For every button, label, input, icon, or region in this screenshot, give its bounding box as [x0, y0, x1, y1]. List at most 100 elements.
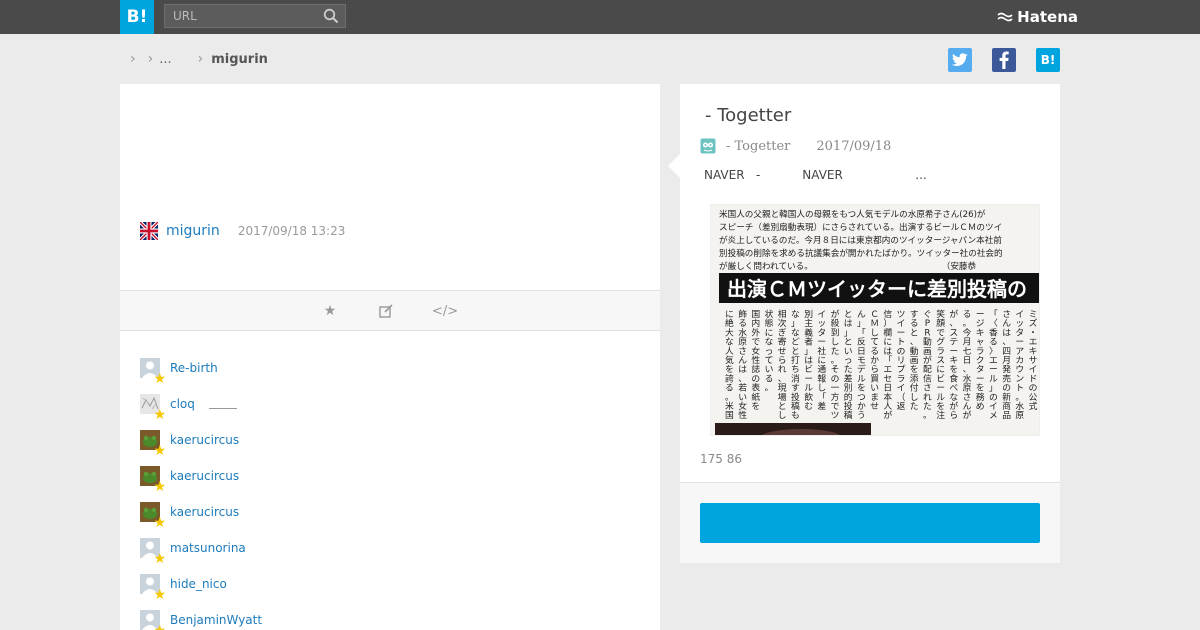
- avatar[interactable]: ★: [140, 430, 166, 458]
- column-char: 投: [791, 391, 800, 403]
- column-char: ズ: [1029, 317, 1038, 329]
- column-char: 性: [738, 409, 747, 421]
- column-char: ツ: [831, 411, 840, 421]
- comment-user-link[interactable]: migurin: [166, 223, 220, 239]
- share-twitter-button[interactable]: [948, 48, 972, 72]
- column-char: 打: [791, 354, 800, 366]
- add-star-icon[interactable]: ★: [320, 302, 340, 320]
- column-char: し: [778, 410, 787, 421]
- yellow-star-icon: ★: [153, 587, 166, 603]
- column-char: 食: [949, 372, 958, 384]
- star-user-item: ★ BenjaminWyatt: [140, 602, 262, 630]
- column-char: 飾: [738, 308, 747, 320]
- entry-thumbnail[interactable]: 米国人の父親と韓国人の母親をもつ人気モデルの水原希子さん(26)が スピーチ（差…: [710, 204, 1040, 436]
- column-char: 務: [976, 391, 985, 403]
- column-char: 義: [804, 326, 813, 338]
- column-char: 米: [725, 400, 734, 412]
- column-char: 誌: [751, 363, 760, 375]
- column-char: 稿: [844, 409, 853, 421]
- togetter-favicon-icon: [700, 138, 716, 154]
- star-user-item: ★ matsunorina: [140, 530, 262, 566]
- column-char: 消: [791, 372, 800, 384]
- star-user-name[interactable]: kaerucircus: [170, 433, 239, 447]
- yellow-star-icon: ★: [153, 624, 166, 630]
- column-char: 寄: [778, 336, 787, 348]
- breadcrumb-ellipsis[interactable]: ...: [159, 52, 171, 67]
- bookmark-count: 175 86: [700, 452, 742, 466]
- entry-title-link[interactable]: - Togetter: [705, 105, 791, 126]
- column-char: 注: [936, 409, 945, 421]
- star-user-item: ★ hide_nico: [140, 566, 262, 602]
- chevron-right-icon: ›: [197, 51, 204, 67]
- avatar[interactable]: ★: [140, 466, 166, 494]
- lead-line: 米国人の父親と韓国人の母親をもつ人気モデルの水原希子さん(26)が: [719, 208, 986, 220]
- comment-action-bar: ★ </>: [120, 290, 660, 331]
- column-char: 信: [883, 308, 892, 320]
- star-user-name[interactable]: kaerucircus: [170, 469, 239, 483]
- avatar[interactable]: ★: [140, 574, 166, 602]
- avatar[interactable]: ★: [140, 610, 166, 630]
- comment-timestamp[interactable]: 2017/09/18 13:23: [238, 224, 346, 238]
- column-char: 顔: [936, 317, 945, 329]
- search-icon[interactable]: [323, 8, 339, 24]
- star-user-name[interactable]: matsunorina: [170, 541, 246, 555]
- lead-line: スピーチ（差別扇動表現）にさらされている。出演するビールＣＭのツイ: [719, 221, 1002, 233]
- star-user-name[interactable]: Re-birth: [170, 361, 218, 375]
- yellow-star-icon: ★: [153, 515, 166, 531]
- yellow-star-icon: ★: [153, 371, 166, 387]
- column-char: 表: [751, 382, 760, 394]
- column-char: ら: [949, 410, 958, 421]
- star-user-name[interactable]: BenjaminWyatt: [170, 613, 262, 627]
- star-user-name[interactable]: cloq: [170, 397, 195, 411]
- share-hatena-button[interactable]: B!: [1036, 48, 1060, 72]
- column-char: 笑: [936, 308, 945, 320]
- entry-date: 2017/09/18: [816, 138, 892, 154]
- search-input[interactable]: [165, 9, 315, 23]
- column-char: 。: [765, 384, 774, 394]
- star-user-item: ★ kaerucircus: [140, 422, 262, 458]
- column-char: 相: [778, 308, 787, 320]
- column-char: が: [923, 354, 932, 366]
- hatena-bookmark-logo[interactable]: B!: [120, 0, 154, 34]
- star-user-item: ★ kaerucircus: [140, 458, 262, 494]
- yellow-star-icon: ★: [153, 443, 166, 459]
- star-user-name[interactable]: hide_nico: [170, 577, 227, 591]
- column-char: 態: [765, 317, 774, 329]
- chevron-right-icon: ›: [130, 51, 136, 67]
- column-char: 殺: [831, 317, 840, 329]
- column-char: 投: [844, 400, 853, 412]
- column-char: デ: [857, 363, 866, 375]
- column-char: 方: [831, 391, 840, 403]
- column-char: め: [976, 401, 985, 412]
- column-char: 差: [817, 400, 826, 412]
- column-char: 気: [725, 354, 734, 366]
- edit-icon[interactable]: [376, 302, 396, 320]
- lead-line: が炎上しているのだ。今月８日には東京都内のツイッタージャパン本社前: [719, 234, 1002, 246]
- share-facebook-button[interactable]: [992, 48, 1016, 72]
- add-bookmark-button[interactable]: [700, 503, 1040, 543]
- avatar[interactable]: ★: [140, 358, 166, 386]
- column-char: 女: [738, 400, 747, 412]
- avatar[interactable]: ★: [140, 538, 166, 566]
- entry-source: - Togetter 2017/09/18: [700, 138, 891, 154]
- column-char: 性: [751, 354, 760, 366]
- avatar[interactable]: ★: [140, 502, 166, 530]
- column-char: せ: [870, 401, 879, 412]
- star-user-name[interactable]: kaerucircus: [170, 505, 239, 519]
- column-char: 飲: [804, 391, 813, 403]
- avatar[interactable]: ★: [140, 394, 166, 422]
- column-char: 若: [738, 382, 747, 394]
- column-char: 女: [751, 345, 760, 357]
- entry-source-name[interactable]: - Togetter: [726, 139, 790, 154]
- column-char: グ: [936, 336, 945, 348]
- column-char: 水: [1015, 400, 1024, 412]
- embed-code-icon[interactable]: </>: [432, 302, 458, 320]
- lead-line: が厳しく問われている。 （安藤恭: [719, 260, 977, 272]
- column-char: 誇: [725, 372, 734, 384]
- hatena-brand-link[interactable]: Hatena: [997, 8, 1078, 26]
- column-char: 稿: [791, 400, 800, 412]
- column-char: を: [751, 401, 760, 412]
- column-char: 売: [1002, 372, 1011, 384]
- yellow-star-icon: ★: [153, 479, 166, 495]
- uk-flag-icon: [140, 222, 158, 240]
